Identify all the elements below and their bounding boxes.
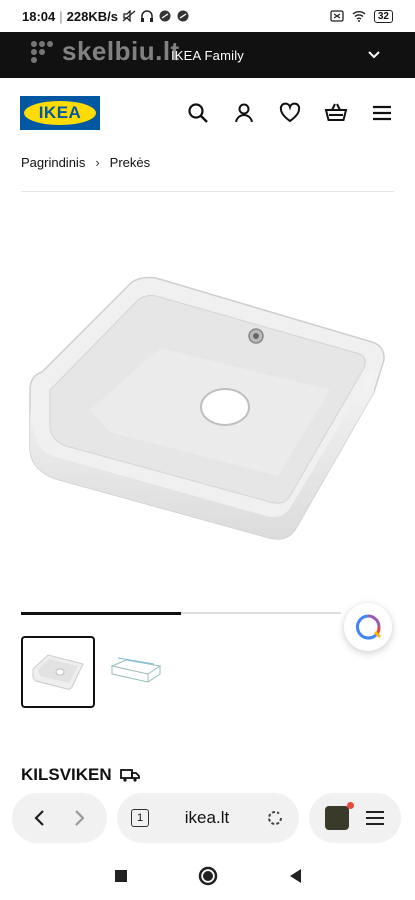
- product-name: KILSVIKEN: [21, 765, 112, 784]
- status-speed: 228KB/s: [66, 8, 118, 24]
- headphones-icon: [140, 10, 153, 22]
- search-icon[interactable]: [185, 100, 211, 126]
- sink-thumbnail-icon: [32, 654, 84, 690]
- wifi-icon: [352, 11, 366, 22]
- breadcrumb-products[interactable]: Prekės: [110, 155, 150, 170]
- product-image[interactable]: [20, 250, 395, 560]
- divider: [21, 191, 394, 192]
- heart-icon[interactable]: [277, 100, 303, 126]
- product-title: KILSVIKEN: [21, 765, 140, 785]
- ikea-logo[interactable]: IKEA: [20, 96, 100, 130]
- thumbnail-2[interactable]: [99, 636, 173, 708]
- back-icon[interactable]: [30, 808, 50, 828]
- extension-icon[interactable]: [324, 802, 354, 830]
- breadcrumb: Pagrindinis › Prekės: [21, 155, 150, 170]
- system-navigation: [0, 852, 415, 900]
- sim-off-icon: [330, 10, 344, 22]
- lens-icon: [355, 614, 382, 640]
- status-bar: 18:04 | 228KB/s 32: [0, 0, 415, 32]
- user-icon[interactable]: [231, 100, 257, 126]
- app-icon-1: [159, 10, 171, 22]
- app-icon-2: [177, 10, 189, 22]
- menu-pill: [309, 793, 401, 843]
- lens-button[interactable]: [344, 603, 392, 651]
- sink-drawing-thumbnail-icon: [110, 657, 162, 683]
- browser-menu-icon[interactable]: [364, 809, 386, 827]
- forward-icon[interactable]: [69, 808, 89, 828]
- site-header: IKEA: [0, 78, 415, 148]
- recents-icon[interactable]: [114, 869, 128, 883]
- watermark: skelbiu.lt: [28, 36, 180, 67]
- tab-count[interactable]: 1: [131, 809, 149, 827]
- url-text[interactable]: ikea.lt: [185, 808, 229, 828]
- back-triangle-icon[interactable]: [288, 868, 302, 884]
- chevron-right-icon: ›: [95, 155, 100, 170]
- logo-text: IKEA: [38, 103, 82, 122]
- delivery-truck-icon: [119, 769, 140, 782]
- status-time: 18:04: [22, 8, 56, 24]
- battery-indicator: 32: [373, 9, 393, 23]
- reload-icon[interactable]: [265, 808, 285, 828]
- home-icon[interactable]: [198, 866, 218, 886]
- breadcrumb-home[interactable]: Pagrindinis: [21, 155, 85, 170]
- address-bar[interactable]: 1 ikea.lt: [117, 793, 299, 843]
- browser-toolbar: 1 ikea.lt: [0, 788, 415, 848]
- watermark-dots-icon: [31, 40, 53, 63]
- ikea-family-label: IKEA Family: [171, 47, 244, 63]
- mute-icon: [122, 10, 136, 22]
- gallery-progress-fill: [21, 612, 181, 615]
- menu-icon[interactable]: [369, 100, 395, 126]
- nav-pill: [12, 793, 107, 843]
- basket-icon[interactable]: [323, 100, 349, 126]
- chevron-down-icon[interactable]: [367, 47, 381, 61]
- watermark-text: skelbiu.lt: [62, 36, 180, 66]
- thumbnail-1[interactable]: [21, 636, 95, 708]
- ikea-family-bar[interactable]: skelbiu.lt IKEA Family: [0, 32, 415, 78]
